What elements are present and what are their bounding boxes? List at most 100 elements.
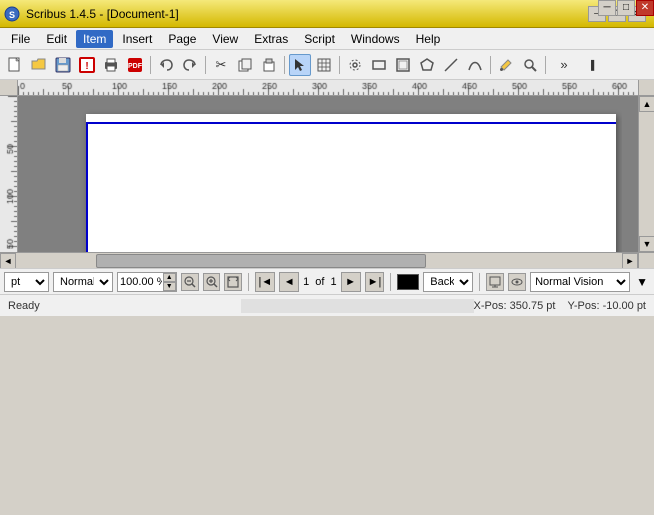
xpos-label: X-Pos: 350.75 pt xyxy=(474,300,556,312)
line-button[interactable] xyxy=(440,54,462,76)
overflow-button[interactable]: » xyxy=(550,54,578,76)
preflight-button[interactable]: ! xyxy=(76,54,98,76)
zoom-down-button[interactable]: ▼ xyxy=(163,282,176,291)
window-title: Scribus 1.4.5 - [Document-1] xyxy=(26,7,179,21)
status-middle-area xyxy=(241,299,474,313)
bottom-sep-2 xyxy=(390,273,391,291)
color-swatch[interactable] xyxy=(397,274,419,290)
toolbar-sep-3 xyxy=(284,56,285,74)
copy-button[interactable] xyxy=(234,54,256,76)
zoom-out-button[interactable] xyxy=(181,273,199,291)
page-of-label: of xyxy=(315,276,324,288)
svg-text:S: S xyxy=(9,10,15,20)
undo-button[interactable] xyxy=(155,54,177,76)
frame-button[interactable] xyxy=(392,54,414,76)
svg-text:PDF: PDF xyxy=(128,63,143,70)
bottom-sep-1 xyxy=(248,273,249,291)
menu-item[interactable]: Item xyxy=(76,30,113,48)
hscroll-track[interactable] xyxy=(16,253,622,268)
app-minimize-button[interactable]: ─ xyxy=(598,0,616,16)
vscroll-down-button[interactable]: ▼ xyxy=(639,236,654,252)
vision-dropdown-button[interactable]: ▼ xyxy=(634,274,650,290)
canvas-area: ▲ ▼ ◄ ► xyxy=(0,80,654,268)
hscroll-thumb[interactable] xyxy=(96,254,426,268)
document-page xyxy=(86,114,616,252)
menu-insert[interactable]: Insert xyxy=(115,30,159,48)
vertical-ruler xyxy=(0,96,18,252)
redo-button[interactable] xyxy=(179,54,201,76)
app-close-button[interactable]: ✕ xyxy=(636,0,654,16)
zoom-in-button[interactable] xyxy=(203,273,221,291)
menu-windows[interactable]: Windows xyxy=(344,30,407,48)
color-blind-button[interactable] xyxy=(508,273,526,291)
toolbar-sep-1 xyxy=(150,56,151,74)
page-last-button[interactable]: ►| xyxy=(365,272,385,292)
menu-view[interactable]: View xyxy=(205,30,245,48)
menu-bar: File Edit Item Insert Page View Extras S… xyxy=(0,28,654,50)
new-button[interactable] xyxy=(4,54,26,76)
page-next-button[interactable]: ► xyxy=(341,272,361,292)
ypos-label: Y-Pos: -10.00 pt xyxy=(568,300,646,312)
toolbar-sep-6 xyxy=(545,56,546,74)
table-button[interactable] xyxy=(313,54,335,76)
paste-button[interactable] xyxy=(258,54,280,76)
document-canvas[interactable] xyxy=(18,96,638,252)
menu-file[interactable]: File xyxy=(4,30,37,48)
page-total-label: 1 xyxy=(330,276,336,288)
zoom-up-button[interactable]: ▲ xyxy=(163,273,176,282)
vscroll-track[interactable] xyxy=(639,112,654,236)
main-toolbar: ! PDF ✂ xyxy=(0,50,654,80)
zoom-input[interactable] xyxy=(118,273,164,291)
save-button[interactable] xyxy=(52,54,74,76)
page-prev-button[interactable]: ◄ xyxy=(279,272,299,292)
app-icon: S xyxy=(4,6,20,22)
vertical-scrollbar[interactable]: ▲ ▼ xyxy=(638,96,654,252)
dock-button[interactable]: ▐ xyxy=(580,54,602,76)
settings-button[interactable] xyxy=(344,54,366,76)
content-row: ▲ ▼ xyxy=(0,96,654,252)
mode-selector[interactable]: Normal Preview xyxy=(53,272,113,292)
menu-page[interactable]: Page xyxy=(161,30,203,48)
zoom-control: ▲ ▼ xyxy=(117,272,177,292)
select-button[interactable] xyxy=(289,54,311,76)
print-button[interactable] xyxy=(100,54,122,76)
menu-script[interactable]: Script xyxy=(297,30,342,48)
export-pdf-button[interactable]: PDF xyxy=(124,54,146,76)
open-button[interactable] xyxy=(28,54,50,76)
unit-selector[interactable]: pt mm cm in xyxy=(4,272,49,292)
polygon-button[interactable] xyxy=(416,54,438,76)
svg-text:!: ! xyxy=(85,61,88,72)
selection-border xyxy=(86,122,616,252)
bottom-sep-3 xyxy=(479,273,480,291)
menu-help[interactable]: Help xyxy=(409,30,448,48)
zoom-fit-button[interactable] xyxy=(224,273,242,291)
display-settings-button[interactable] xyxy=(486,273,504,291)
eyedropper-button[interactable] xyxy=(495,54,517,76)
bezier-button[interactable] xyxy=(464,54,486,76)
title-left: S Scribus 1.4.5 - [Document-1] xyxy=(4,6,179,22)
vscroll-up-button[interactable]: ▲ xyxy=(639,96,654,112)
bottom-toolbar: pt mm cm in Normal Preview ▲ ▼ |◄ ◄ 1 of… xyxy=(0,268,654,294)
page-current-label: 1 xyxy=(303,276,309,288)
toolbar-sep-2 xyxy=(205,56,206,74)
vision-mode-selector[interactable]: Normal Vision Protanopia Deuteranopia xyxy=(530,272,630,292)
zoom-tool-button[interactable] xyxy=(519,54,541,76)
status-position-text: X-Pos: 350.75 pt Y-Pos: -10.00 pt xyxy=(474,300,646,312)
hscroll-left-button[interactable]: ◄ xyxy=(0,253,16,268)
vertical-ruler-canvas xyxy=(0,96,18,249)
hscroll-right-button[interactable]: ► xyxy=(622,253,638,268)
app-maximize-button[interactable]: □ xyxy=(617,0,635,16)
toolbar-sep-4 xyxy=(339,56,340,74)
menu-extras[interactable]: Extras xyxy=(247,30,295,48)
page-first-button[interactable]: |◄ xyxy=(255,272,275,292)
title-bar: S Scribus 1.4.5 - [Document-1] ─ ❐ ✕ xyxy=(0,0,654,28)
zoom-spinner: ▲ ▼ xyxy=(163,273,176,291)
horizontal-ruler-canvas xyxy=(18,80,638,96)
color-selector[interactable]: Back None xyxy=(423,272,473,292)
rect-button[interactable] xyxy=(368,54,390,76)
menu-edit[interactable]: Edit xyxy=(39,30,74,48)
cut-button[interactable]: ✂ xyxy=(210,54,232,76)
ruler-row xyxy=(0,80,654,96)
status-ready-text: Ready xyxy=(8,300,241,312)
horizontal-scrollbar-row[interactable]: ◄ ► xyxy=(0,252,654,268)
